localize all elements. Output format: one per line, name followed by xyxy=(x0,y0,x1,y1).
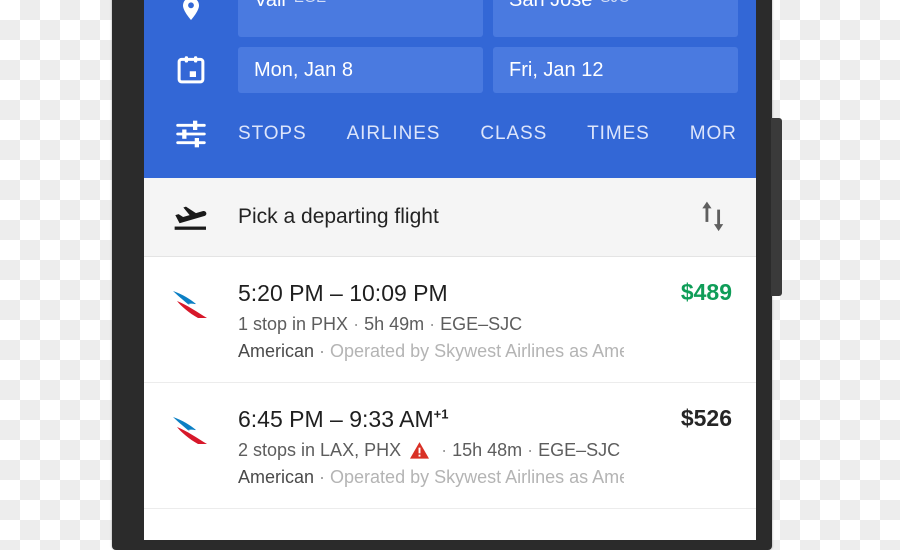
calendar-icon xyxy=(144,55,238,85)
flight-price: $526 xyxy=(680,404,732,431)
return-date-value: Fri, Jan 12 xyxy=(509,58,604,81)
carrier-separator: · xyxy=(319,466,326,487)
filter-more[interactable]: MOR xyxy=(690,123,737,145)
return-date-field[interactable]: Fri, Jan 12 xyxy=(493,47,738,93)
flight-stops: 1 stop in PHX xyxy=(238,313,349,334)
american-airlines-logo xyxy=(144,405,238,449)
flight-result-row[interactable]: 5:20 PM – 10:09 PM 1 stop in PHX · 5h 49… xyxy=(144,257,756,383)
american-airlines-logo xyxy=(144,279,238,323)
phone-screen: Vail EGE San Jose SJC xyxy=(144,0,756,540)
flight-info: 5:20 PM – 10:09 PM 1 stop in PHX · 5h 49… xyxy=(238,279,632,362)
destination-field[interactable]: San Jose SJC xyxy=(493,0,738,37)
flight-result-row[interactable]: 6:45 PM – 9:33 AM+1 2 stops in LAX, PHX … xyxy=(144,382,756,509)
origin-field[interactable]: Vail EGE xyxy=(238,0,483,37)
detail-separator: · xyxy=(429,313,436,334)
carrier-name: American xyxy=(238,340,315,361)
results-title: Pick a departing flight xyxy=(238,205,439,228)
origin-code: EGE xyxy=(294,0,327,6)
flight-carrier-line: American · Operated by Skywest Airlines as… xyxy=(238,341,624,362)
flight-price: $489 xyxy=(680,279,732,305)
flight-times: 5:20 PM – 10:09 PM xyxy=(238,279,624,308)
filter-stops[interactable]: STOPS xyxy=(238,123,307,145)
flight-times: 6:45 PM – 9:33 AM+1 xyxy=(238,405,624,434)
places-row: Vail EGE San Jose SJC xyxy=(144,0,756,38)
flight-detail-line: 1 stop in PHX · 5h 49m · EGE–SJC xyxy=(238,314,624,335)
carrier-operated-by: Operated by Skywest Airlines as Ameri… xyxy=(330,466,624,487)
flight-carrier-line: American · Operated by Skywest Airlines as… xyxy=(238,467,624,488)
flight-detail-line: 2 stops in LAX, PHX · 15h 48m · EGE–SJC xyxy=(238,440,624,461)
detail-separator: · xyxy=(527,439,534,460)
flight-duration: 5h 49m xyxy=(364,313,425,334)
results-header: Pick a departing flight xyxy=(144,178,756,257)
flight-duration: 15h 48m xyxy=(452,439,523,460)
flight-times-value: 5:20 PM – 10:09 PM xyxy=(238,280,448,306)
flight-plus-days: +1 xyxy=(433,406,449,422)
destination-city: San Jose xyxy=(509,0,593,11)
flight-stops: 2 stops in LAX, PHX xyxy=(238,439,402,460)
flight-route: EGE–SJC xyxy=(440,313,523,334)
destination-code: SJC xyxy=(600,0,629,6)
warning-triangle-icon xyxy=(409,441,430,460)
flight-route: EGE–SJC xyxy=(538,439,621,460)
detail-separator: · xyxy=(353,313,360,334)
filter-airlines[interactable]: AIRLINES xyxy=(347,123,441,145)
dates-row: Mon, Jan 8 Fri, Jan 12 xyxy=(144,38,756,102)
flight-times-value: 6:45 PM – 9:33 AM xyxy=(238,405,434,432)
filter-chips: STOPS AIRLINES CLASS TIMES MOR xyxy=(238,123,756,145)
filter-times[interactable]: TIMES xyxy=(587,123,650,145)
search-header: Vail EGE San Jose SJC xyxy=(144,0,756,178)
depart-date-value: Mon, Jan 8 xyxy=(254,58,353,81)
sort-arrows-icon[interactable] xyxy=(672,201,756,233)
flight-takeoff-icon xyxy=(144,202,238,232)
list-bottom-spacer xyxy=(144,508,756,519)
location-pin-icon xyxy=(144,0,238,30)
filters-row: STOPS AIRLINES CLASS TIMES MOR xyxy=(144,102,756,166)
filter-class[interactable]: CLASS xyxy=(480,123,547,145)
carrier-separator: · xyxy=(319,340,326,361)
phone-power-button[interactable] xyxy=(771,118,782,296)
tune-filter-icon[interactable] xyxy=(144,119,238,149)
depart-date-field[interactable]: Mon, Jan 8 xyxy=(238,47,483,93)
carrier-name: American xyxy=(238,466,315,487)
flight-info: 6:45 PM – 9:33 AM+1 2 stops in LAX, PHX … xyxy=(238,405,632,488)
carrier-operated-by: Operated by Skywest Airlines as Ameri… xyxy=(330,340,624,361)
detail-separator: · xyxy=(441,439,448,460)
origin-city: Vail xyxy=(254,0,286,11)
